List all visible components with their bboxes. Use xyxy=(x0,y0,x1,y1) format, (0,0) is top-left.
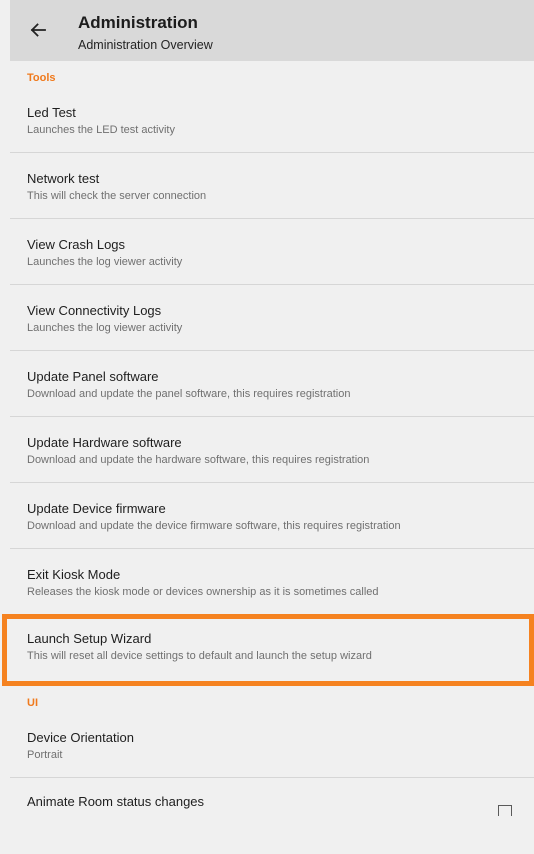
category-tools: Tools xyxy=(27,72,56,84)
pref-title: Exit Kiosk Mode xyxy=(27,567,121,582)
pref-title: Network test xyxy=(27,171,100,186)
pref-title: View Crash Logs xyxy=(27,237,126,252)
category-ui: UI xyxy=(27,697,38,709)
pref-view-crash-logs[interactable]: View Crash Logs Launches the log viewer … xyxy=(10,219,534,285)
pref-launch-setup-wizard[interactable]: Launch Setup Wizard This will reset all … xyxy=(2,614,534,686)
pref-title: Launch Setup Wizard xyxy=(27,631,152,646)
pref-title: Update Hardware software xyxy=(27,435,182,450)
pref-summary: Portrait xyxy=(27,749,63,761)
page-subtitle: Administration Overview xyxy=(78,38,213,52)
pref-update-panel-software[interactable]: Update Panel software Download and updat… xyxy=(10,351,534,417)
pref-summary: Launches the LED test activity xyxy=(27,124,175,136)
page-title: Administration xyxy=(78,13,198,32)
pref-summary: This will reset all device settings to d… xyxy=(27,650,372,662)
pref-exit-kiosk-mode[interactable]: Exit Kiosk Mode Releases the kiosk mode … xyxy=(10,549,534,615)
pref-title: Device Orientation xyxy=(27,730,134,745)
pref-summary: Launches the log viewer activity xyxy=(27,256,183,268)
pref-title: Update Device firmware xyxy=(27,501,166,516)
pref-title: View Connectivity Logs xyxy=(27,303,162,318)
pref-device-orientation[interactable]: Device Orientation Portrait xyxy=(10,714,534,778)
arrow-left-icon[interactable] xyxy=(28,20,48,40)
pref-update-hardware-software[interactable]: Update Hardware software Download and up… xyxy=(10,417,534,483)
pref-title: Animate Room status changes xyxy=(27,794,205,809)
pref-summary: Releases the kiosk mode or devices owner… xyxy=(27,586,379,598)
pref-summary: Download and update the panel software, … xyxy=(27,388,351,400)
pref-led-test[interactable]: Led Test Launches the LED test activity xyxy=(10,89,534,153)
settings-screen: Administration Administration Overview T… xyxy=(0,0,534,854)
pref-network-test[interactable]: Network test This will check the server … xyxy=(10,153,534,219)
pref-title: Update Panel software xyxy=(27,369,159,384)
pref-summary: Launches the log viewer activity xyxy=(27,322,183,334)
preference-list: Tools Led Test Launches the LED test act… xyxy=(2,61,534,844)
pref-update-device-firmware[interactable]: Update Device firmware Download and upda… xyxy=(10,483,534,549)
pref-view-connectivity-logs[interactable]: View Connectivity Logs Launches the log … xyxy=(10,285,534,351)
pref-summary: Download and update the device firmware … xyxy=(27,520,401,532)
pref-title: Led Test xyxy=(27,105,76,120)
pref-summary: Download and update the hardware softwar… xyxy=(27,454,370,466)
pref-summary: This will check the server connection xyxy=(27,190,207,202)
app-bar: Administration Administration Overview xyxy=(10,0,534,61)
pref-animate-room-status[interactable]: Animate Room status changes xyxy=(10,778,534,844)
animate-room-status-checkbox[interactable] xyxy=(498,805,512,816)
